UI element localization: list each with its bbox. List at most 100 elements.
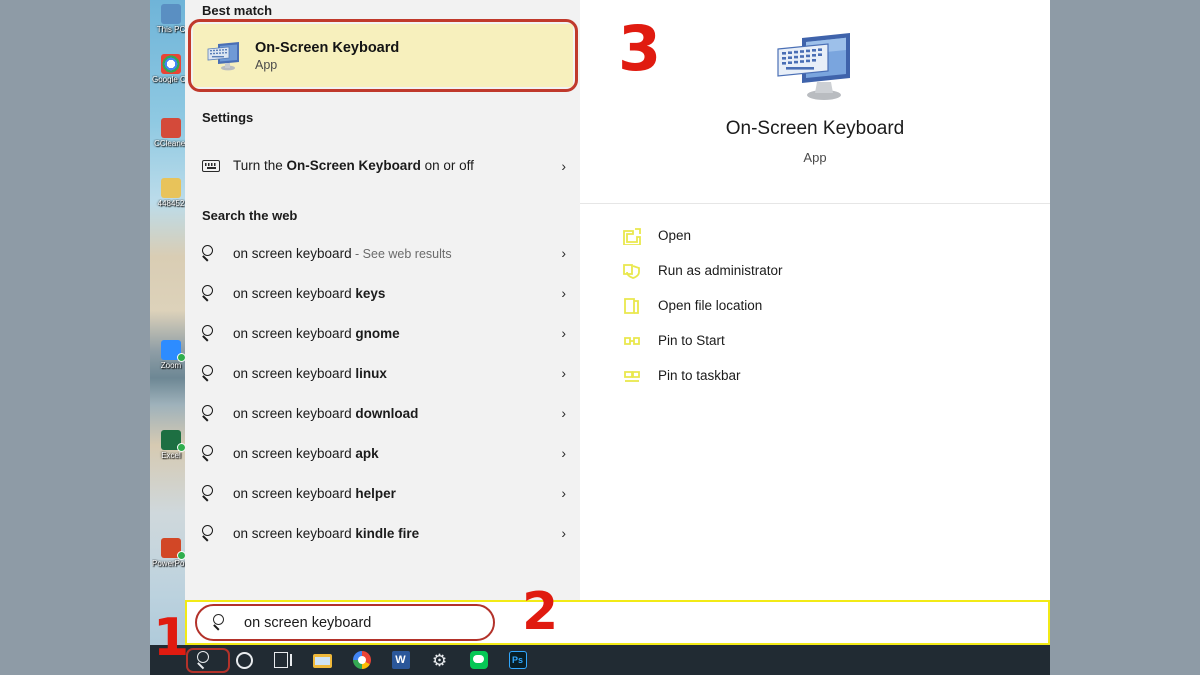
web-suggestion-row[interactable]: on screen keyboard gnome› [185,313,580,353]
chevron-right-icon[interactable]: › [550,158,566,174]
annotation-outline-taskbar-search [186,648,230,673]
web-suggestion-base: on screen keyboard [233,446,355,461]
search-input-value: on screen keyboard [244,615,371,631]
web-suggestion-row[interactable]: on screen keyboard download› [185,393,580,433]
chevron-right-icon[interactable]: › [550,325,566,341]
search-icon [202,325,219,342]
taskbar-item-cortana[interactable] [225,645,264,675]
folder-icon [161,178,181,198]
settings-gear-icon: ⚙ [432,652,447,669]
web-suggestion-base: on screen keyboard [233,246,352,261]
taskbar: W ⚙ Ps [150,645,1050,675]
this-pc-icon [161,4,181,24]
best-match-subtitle: App [255,58,399,72]
search-icon [202,525,219,542]
search-icon [213,614,230,631]
web-suggestion-label: on screen keyboard helper [233,486,550,501]
web-suggestion-base: on screen keyboard [233,326,355,341]
web-suggestion-base: on screen keyboard [233,366,355,381]
web-suggestion-base: on screen keyboard [233,286,355,301]
on-screen-keyboard-icon [205,40,243,72]
preview-app-title: On-Screen Keyboard [580,118,1050,140]
web-suggestion-suffix: download [355,406,418,421]
pin-to-taskbar-icon [622,367,642,385]
web-suggestion-suffix: helper [355,486,396,501]
web-suggestion-row[interactable]: on screen keyboard linux› [185,353,580,393]
web-suggestion-base: on screen keyboard [233,406,355,421]
search-icon [202,445,219,462]
annotation-step-3: 3 [618,18,661,80]
settings-heading: Settings [185,110,253,125]
best-match-title: On-Screen Keyboard [255,40,399,56]
windows-search-panel: Best match [185,0,1050,645]
chevron-right-icon[interactable]: › [550,405,566,421]
annotation-step-2: 2 [522,586,558,638]
web-suggestion-label: on screen keyboard linux [233,366,550,381]
line-icon [470,651,488,669]
chevron-right-icon[interactable]: › [550,365,566,381]
search-the-web-heading: Search the web [185,208,297,223]
taskbar-item-task-view[interactable] [264,645,303,675]
on-screen-keyboard-icon [772,30,858,111]
settings-label-suffix: on or off [421,158,474,173]
task-view-icon [274,652,294,668]
keyboard-icon [202,160,220,172]
open-icon [622,227,642,245]
word-icon: W [392,651,410,669]
web-suggestion-row[interactable]: on screen keyboard - See web results› [185,233,580,273]
photoshop-icon: Ps [509,651,527,669]
app-action-row[interactable]: Open [580,218,1050,253]
web-suggestion-label: on screen keyboard download [233,406,550,421]
preview-divider [580,203,1050,204]
search-results-list: Best match [185,0,580,600]
app-action-row[interactable]: Pin to taskbar [580,358,1050,393]
app-actions-list: Open Run as administrator Open file locati… [580,218,1050,393]
search-icon [202,485,219,502]
chevron-right-icon[interactable]: › [550,285,566,301]
taskbar-item-line[interactable] [459,645,498,675]
web-suggestion-label: on screen keyboard kindle fire [233,526,550,541]
web-suggestion-row[interactable]: on screen keyboard keys› [185,273,580,313]
app-action-label: Open file location [658,298,762,313]
search-icon [202,245,219,262]
web-suggestion-row[interactable]: on screen keyboard kindle fire› [185,513,580,553]
settings-label-bold: On-Screen Keyboard [287,158,421,173]
chevron-right-icon[interactable]: › [550,485,566,501]
settings-label-prefix: Turn the [233,158,287,173]
taskbar-item-chrome[interactable] [342,645,381,675]
app-action-row[interactable]: Open file location [580,288,1050,323]
settings-result-label: Turn the On-Screen Keyboard on or off [233,157,550,175]
best-match-result-on-screen-keyboard[interactable]: On-Screen Keyboard App [193,24,573,87]
app-action-label: Pin to Start [658,333,725,348]
web-suggestion-note: - See web results [352,247,452,261]
search-icon [202,405,219,422]
settings-result-turn-osk-on-off[interactable]: Turn the On-Screen Keyboard on or off › [185,140,580,192]
annotation-step-1: 1 [153,612,189,664]
desktop-wallpaper: This PC Google Chrome CCleaner 448452 Zo… [150,0,190,675]
chevron-right-icon[interactable]: › [550,445,566,461]
chrome-icon [161,54,181,74]
web-suggestion-row[interactable]: on screen keyboard apk › [185,433,580,473]
screen-capture: This PC Google Chrome CCleaner 448452 Zo… [150,0,1050,675]
web-suggestion-suffix: apk [355,446,378,461]
taskbar-item-word[interactable]: W [381,645,420,675]
chrome-icon [353,651,371,669]
app-action-row[interactable]: Run as administrator [580,253,1050,288]
ccleaner-icon [161,118,181,138]
web-suggestion-row[interactable]: on screen keyboard helper› [185,473,580,513]
folder-location-icon [622,297,642,315]
chevron-right-icon[interactable]: › [550,245,566,261]
web-suggestion-base: on screen keyboard [233,486,355,501]
search-icon [202,365,219,382]
search-icon [202,285,219,302]
web-suggestion-suffix: kindle fire [355,526,419,541]
file-explorer-icon [313,653,332,668]
app-action-row[interactable]: Pin to Start [580,323,1050,358]
taskbar-item-file-explorer[interactable] [303,645,342,675]
search-input[interactable]: on screen keyboard [195,604,495,641]
taskbar-item-settings[interactable]: ⚙ [420,645,459,675]
app-action-label: Open [658,228,691,243]
taskbar-item-photoshop[interactable]: Ps [498,645,537,675]
chevron-right-icon[interactable]: › [550,525,566,541]
web-suggestion-label: on screen keyboard - See web results [233,246,550,261]
